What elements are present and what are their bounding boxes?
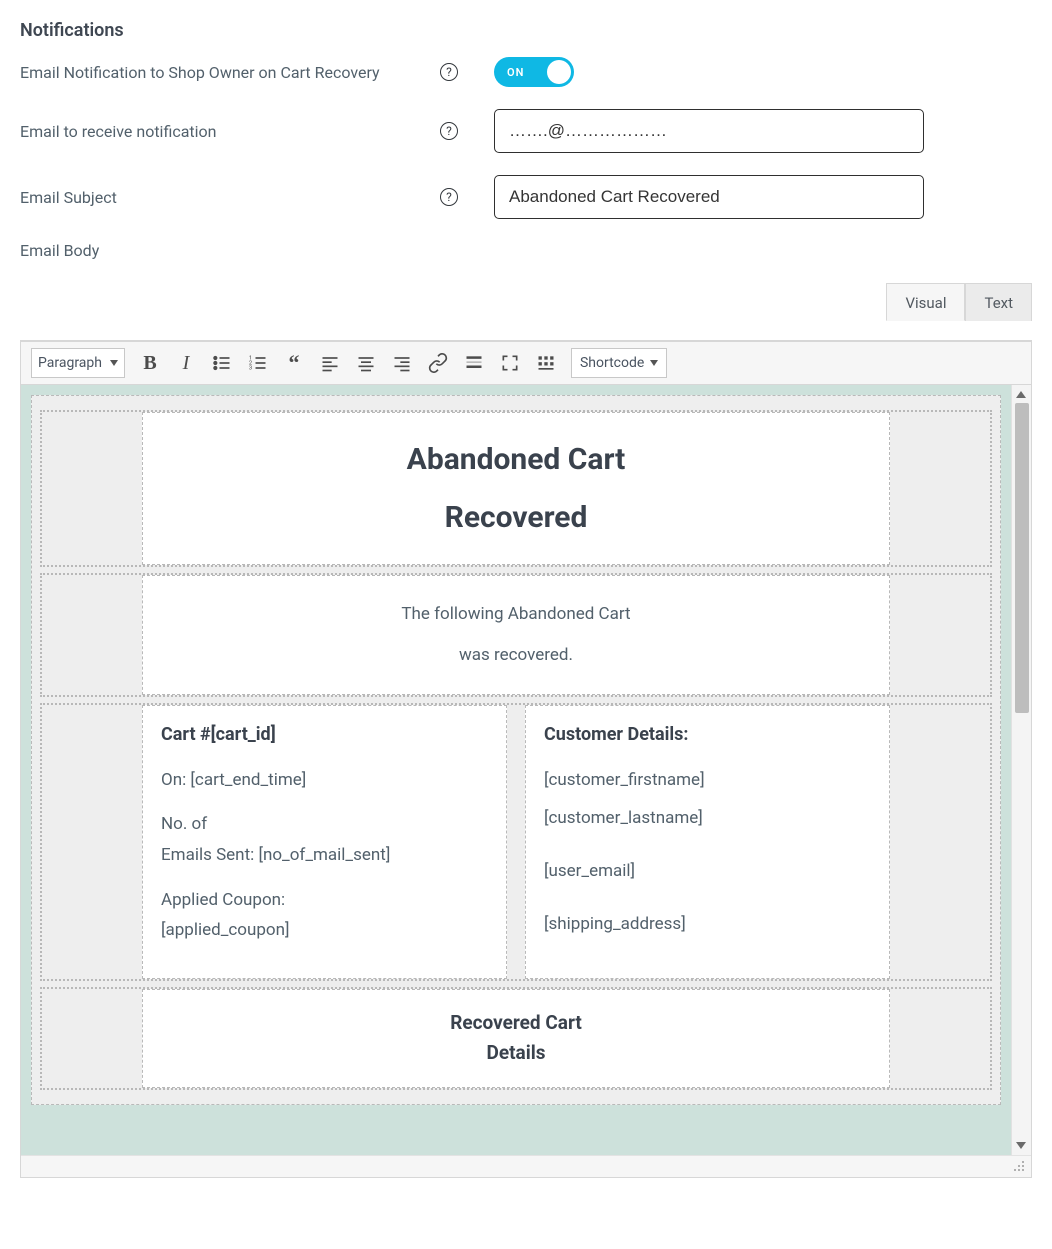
caret-down-icon bbox=[650, 360, 658, 366]
customer-lastname: [customer_lastname] bbox=[544, 803, 871, 834]
editor-statusbar bbox=[21, 1155, 1031, 1177]
editor-toolbar: Paragraph B I 123 “ bbox=[21, 341, 1031, 385]
label-email-notification: Email Notification to Shop Owner on Cart… bbox=[20, 63, 440, 82]
bold-button[interactable]: B bbox=[133, 348, 167, 378]
section-title: Notifications bbox=[20, 20, 1032, 41]
cart-noof-2: Emails Sent: [no_of_mail_sent] bbox=[161, 840, 488, 871]
template-title-line2: Recovered bbox=[161, 489, 871, 547]
format-select-label: Paragraph bbox=[38, 355, 102, 371]
numbered-list-button[interactable]: 123 bbox=[241, 348, 275, 378]
label-email-to: Email to receive notification bbox=[20, 122, 440, 141]
customer-firstname: [customer_firstname] bbox=[544, 765, 871, 796]
align-center-button[interactable] bbox=[349, 348, 383, 378]
cart-on: On: [cart_end_time] bbox=[161, 765, 488, 796]
help-icon[interactable]: ? bbox=[440, 122, 458, 140]
toolbar-toggle-button[interactable] bbox=[529, 348, 563, 378]
shortcode-select-label: Shortcode bbox=[580, 355, 644, 371]
input-email-to[interactable] bbox=[494, 109, 924, 153]
row-email-to: Email to receive notification ? bbox=[20, 109, 1032, 153]
template-details-section: Cart #[cart_id] On: [cart_end_time] No. … bbox=[40, 703, 992, 981]
scroll-up-icon bbox=[1016, 391, 1026, 398]
cart-title: Cart #[cart_id] bbox=[161, 724, 488, 745]
row-email-subject: Email Subject ? bbox=[20, 175, 1032, 219]
label-email-subject: Email Subject bbox=[20, 188, 440, 207]
insert-more-button[interactable] bbox=[457, 348, 491, 378]
tab-text[interactable]: Text bbox=[965, 283, 1032, 321]
help-icon[interactable]: ? bbox=[440, 63, 458, 81]
intro-line1: The following Abandoned Cart bbox=[161, 594, 871, 635]
shortcode-select[interactable]: Shortcode bbox=[571, 348, 667, 378]
scroll-down-icon bbox=[1016, 1142, 1026, 1149]
link-button[interactable] bbox=[421, 348, 455, 378]
row-email-notification-toggle: Email Notification to Shop Owner on Cart… bbox=[20, 57, 1032, 87]
two-column-row: Cart #[cart_id] On: [cart_end_time] No. … bbox=[142, 705, 890, 979]
bullet-list-button[interactable] bbox=[205, 348, 239, 378]
cart-coupon-1: Applied Coupon: bbox=[161, 885, 488, 916]
input-email-subject[interactable] bbox=[494, 175, 924, 219]
template-intro-box: The following Abandoned Cart was recover… bbox=[142, 575, 890, 695]
customer-details-box: Customer Details: [customer_firstname] [… bbox=[525, 705, 890, 979]
template-outer: Abandoned Cart Recovered The following A… bbox=[31, 395, 1001, 1105]
resize-grip-icon[interactable] bbox=[1013, 1158, 1025, 1176]
editor-canvas[interactable]: Abandoned Cart Recovered The following A… bbox=[21, 385, 1011, 1155]
intro-line2: was recovered. bbox=[161, 635, 871, 676]
template-intro-section: The following Abandoned Cart was recover… bbox=[40, 573, 992, 697]
toggle-knob bbox=[547, 60, 571, 84]
cart-details-box: Cart #[cart_id] On: [cart_end_time] No. … bbox=[142, 705, 507, 979]
editor-tabs: Visual Text bbox=[20, 282, 1032, 320]
template-header-box: Abandoned Cart Recovered bbox=[142, 412, 890, 565]
tab-visual[interactable]: Visual bbox=[886, 283, 965, 321]
customer-email: [user_email] bbox=[544, 856, 871, 887]
template-title-line1: Abandoned Cart bbox=[161, 431, 871, 489]
help-icon[interactable]: ? bbox=[440, 188, 458, 206]
align-right-button[interactable] bbox=[385, 348, 419, 378]
svg-text:3: 3 bbox=[249, 366, 252, 372]
editor: Paragraph B I 123 “ bbox=[20, 340, 1032, 1178]
caret-down-icon bbox=[110, 360, 118, 366]
row-email-body: Email Body bbox=[20, 241, 1032, 260]
italic-button[interactable]: I bbox=[169, 348, 203, 378]
template-header-section: Abandoned Cart Recovered bbox=[40, 410, 992, 567]
cart-noof-1: No. of bbox=[161, 809, 488, 840]
recovered-line2: Details bbox=[161, 1038, 871, 1068]
recovered-cart-box: Recovered Cart Details bbox=[142, 989, 890, 1088]
vertical-scrollbar[interactable] bbox=[1011, 385, 1031, 1155]
toggle-state-text: ON bbox=[494, 66, 524, 79]
format-select[interactable]: Paragraph bbox=[31, 348, 125, 378]
customer-title: Customer Details: bbox=[544, 724, 871, 745]
scroll-thumb[interactable] bbox=[1015, 403, 1029, 713]
cart-coupon-2: [applied_coupon] bbox=[161, 915, 488, 946]
blockquote-button[interactable]: “ bbox=[277, 348, 311, 378]
fullscreen-button[interactable] bbox=[493, 348, 527, 378]
toggle-email-notification[interactable]: ON bbox=[494, 57, 574, 87]
customer-shipping: [shipping_address] bbox=[544, 909, 871, 940]
template-recovered-section: Recovered Cart Details bbox=[40, 987, 992, 1090]
align-left-button[interactable] bbox=[313, 348, 347, 378]
editor-canvas-wrap: Abandoned Cart Recovered The following A… bbox=[21, 385, 1031, 1155]
label-email-body: Email Body bbox=[20, 241, 440, 260]
recovered-line1: Recovered Cart bbox=[161, 1008, 871, 1038]
